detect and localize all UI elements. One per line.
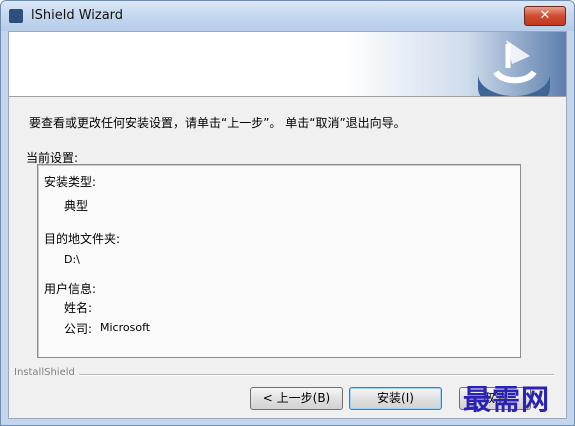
install-button[interactable]: 安装(I): [349, 387, 442, 410]
wizard-body: 要查看或更改任何安装设置，请单击“上一步”。 单击“取消”退出向导。 当前设置:…: [8, 31, 567, 419]
destination-folder-label: 目的地文件夹:: [44, 232, 121, 246]
branding-divider: [14, 374, 554, 376]
setup-type-value: 典型: [64, 199, 89, 213]
app-icon: [9, 9, 23, 23]
instruction-text: 要查看或更改任何安装设置，请单击“上一步”。 单击“取消”退出向导。: [29, 116, 406, 130]
title-bar[interactable]: lShield Wizard ✕: [1, 1, 574, 31]
user-info-label: 用户信息:: [44, 282, 97, 296]
installshield-logo-icon: [478, 40, 550, 96]
company-value: Microsoft: [100, 321, 151, 334]
window-title: lShield Wizard: [31, 8, 124, 23]
wizard-window: lShield Wizard ✕ 要查看或更改任何安装设置，请单击“上一步”。 …: [0, 0, 575, 426]
destination-folder-value: D:\: [64, 253, 80, 266]
company-label: 公司:: [64, 322, 93, 336]
close-button[interactable]: ✕: [524, 6, 566, 26]
back-button[interactable]: < 上一步(B): [250, 387, 343, 410]
site-watermark: 最需网: [463, 383, 551, 416]
setup-type-label: 安装类型:: [44, 175, 97, 189]
header-banner: [9, 32, 566, 97]
branding-text: InstallShield: [14, 367, 79, 378]
settings-summary-box: 安装类型: 典型 目的地文件夹: D:\ 用户信息: 姓名: 公司: Micro…: [37, 164, 521, 358]
user-name-label: 姓名:: [64, 301, 93, 315]
